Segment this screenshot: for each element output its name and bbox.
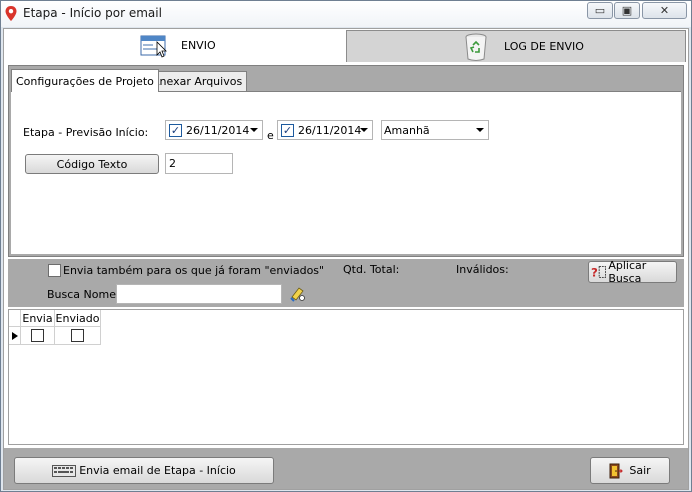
date-from-checkbox[interactable]: ✓	[169, 123, 182, 137]
apply-search-label: Aplicar Busca	[608, 259, 647, 285]
recipients-grid[interactable]: Envia Enviado	[8, 309, 684, 445]
code-text-button[interactable]: Código Texto	[25, 154, 159, 174]
invalidos-label: Inválidos:	[456, 263, 509, 276]
search-name-input[interactable]	[116, 284, 282, 304]
envia-checkbox[interactable]	[31, 329, 44, 342]
code-text-input[interactable]: 2	[165, 153, 233, 174]
send-email-button[interactable]: Envia email de Etapa - Início	[14, 457, 274, 484]
qtd-total-label: Qtd. Total:	[343, 263, 400, 276]
column-header-enviado[interactable]: Enviado	[55, 310, 101, 327]
tab-anexar-arquivos[interactable]: Anexar Arquivos	[147, 71, 248, 91]
row-indicator[interactable]	[9, 327, 21, 345]
config-panel: Configurações de Projeto Anexar Arquivos…	[8, 65, 684, 257]
tab-envio[interactable]: ENVIO	[4, 30, 346, 62]
recycle-bin-icon	[465, 33, 487, 61]
maximize-icon: ▣	[621, 4, 633, 17]
close-button[interactable]: ✕	[642, 2, 687, 19]
date-to-picker[interactable]: ✓ 26/11/2014	[277, 120, 373, 140]
map-pin-icon	[5, 6, 17, 21]
table-row[interactable]	[21, 327, 55, 345]
keyboard-icon	[52, 464, 77, 477]
send-email-label: Envia email de Etapa - Início	[79, 464, 236, 477]
period-select[interactable]: Amanhã	[381, 120, 489, 140]
send-also-checkbox[interactable]	[48, 264, 61, 277]
between-label: e	[267, 129, 274, 142]
chevron-down-icon	[476, 128, 484, 132]
date-to-checkbox[interactable]: ✓	[281, 123, 294, 137]
window-cursor-icon	[140, 35, 167, 58]
date-from-value: 26/11/2014	[186, 123, 250, 137]
window-title: Etapa - Início por email	[23, 6, 162, 20]
tab-log-de-envio[interactable]: LOG DE ENVIO	[346, 30, 686, 62]
column-header-envia[interactable]: Envia	[21, 310, 55, 327]
period-value: Amanhã	[384, 123, 430, 137]
chevron-down-icon	[360, 128, 368, 132]
search-question-icon: ?	[591, 266, 606, 280]
send-also-label: Envia também para os que já foram "envia…	[63, 264, 325, 277]
date-to-value: 26/11/2014	[298, 123, 362, 137]
minimize-button[interactable]: ▭	[587, 2, 613, 19]
app-window: Etapa - Início por email ▭ ▣ ✕ ENVIO LOG…	[0, 0, 692, 492]
enviado-checkbox[interactable]	[71, 329, 84, 342]
chevron-down-icon	[250, 128, 258, 132]
grid-corner-cell	[9, 310, 21, 327]
client-area: ENVIO LOG DE ENVIO Configurações de Proj…	[3, 28, 689, 490]
tab-anexar-label: Anexar Arquivos	[152, 75, 243, 88]
exit-label: Sair	[629, 464, 651, 477]
title-bar: Etapa - Início por email ▭ ▣ ✕	[1, 1, 691, 27]
code-text-button-label: Código Texto	[56, 157, 128, 171]
tab-log-de-envio-label: LOG DE ENVIO	[504, 40, 584, 53]
config-content: Etapa - Previsão Início: ✓ 26/11/2014 e …	[11, 91, 681, 254]
footer-bar: Envia email de Etapa - Início Sair	[4, 448, 688, 489]
tab-configuracoes-de-projeto[interactable]: Configurações de Projeto	[11, 69, 159, 92]
tab-envio-label: ENVIO	[181, 39, 216, 52]
exit-button[interactable]: Sair	[590, 457, 670, 484]
column-header-enviado-label: Enviado	[55, 311, 100, 325]
tab-configuracoes-label: Configurações de Projeto	[16, 74, 154, 88]
date-from-picker[interactable]: ✓ 26/11/2014	[165, 120, 263, 140]
exit-door-icon	[609, 463, 624, 478]
code-text-value: 2	[169, 157, 176, 170]
column-header-envia-label: Envia	[22, 311, 53, 325]
stage-forecast-label: Etapa - Previsão Início:	[23, 126, 149, 139]
maximize-button[interactable]: ▣	[614, 2, 640, 19]
close-icon: ✕	[659, 4, 670, 17]
svg-text:?: ?	[591, 266, 598, 280]
search-name-label: Busca Nome:	[47, 288, 120, 301]
apply-search-button[interactable]: ? Aplicar Busca	[588, 259, 677, 285]
table-row[interactable]	[55, 327, 101, 345]
filter-band: Envia também para os que já foram "envia…	[8, 259, 684, 307]
minimize-icon: ▭	[594, 4, 606, 17]
clear-search-icon[interactable]	[289, 285, 306, 302]
row-pointer-icon	[11, 331, 18, 340]
